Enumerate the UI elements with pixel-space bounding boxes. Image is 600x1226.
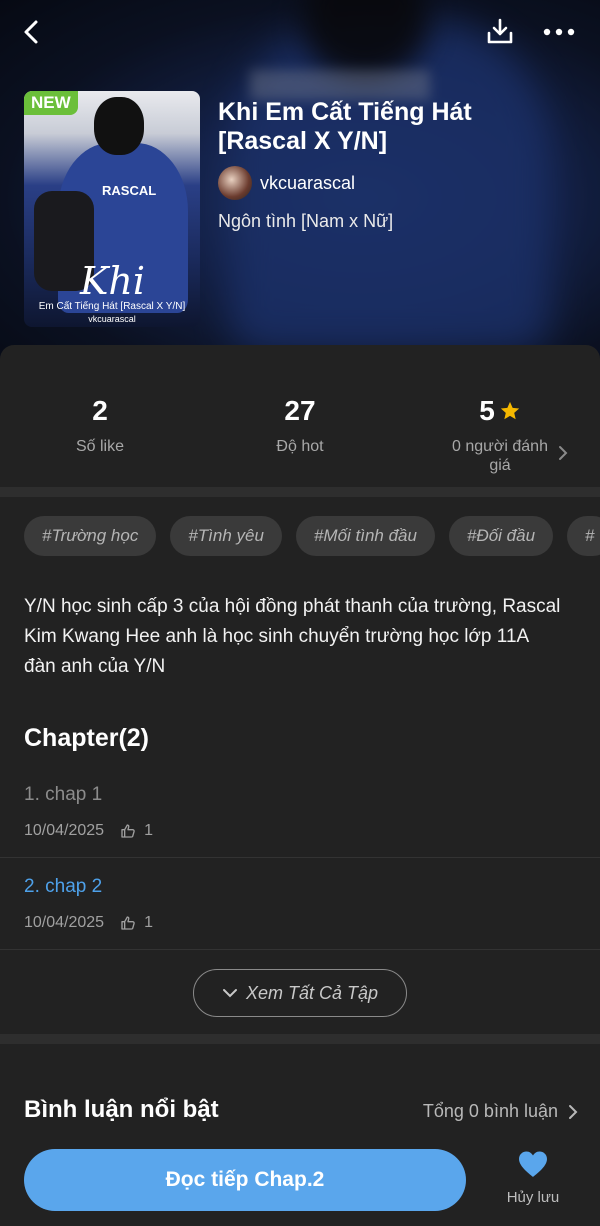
tag-chip[interactable]: #Trường học [24, 516, 157, 556]
story-description: Y/N học sinh cấp 3 của hội đồng phát tha… [24, 596, 561, 677]
tag-chip[interactable]: # [567, 516, 600, 556]
featured-comments-heading: Bình luận nổi bật [24, 1096, 219, 1123]
see-all-label: Xem Tất Cả Tập [245, 982, 379, 1003]
rating-value: 5 [479, 395, 495, 426]
continue-reading-button[interactable]: Đọc tiếp Chap.2 [24, 1149, 466, 1211]
more-options-button[interactable] [541, 14, 577, 50]
all-comments-link[interactable]: Tổng 0 bình luận [423, 1101, 578, 1122]
chapter-like-count: 1 [144, 822, 153, 839]
heart-icon [519, 1151, 547, 1177]
chevron-left-icon [24, 20, 38, 44]
divider [0, 487, 600, 497]
chapter-name: 1. chap 1 [24, 784, 103, 805]
chevron-right-icon [559, 446, 568, 460]
comments-total-label: Tổng 0 bình luận [422, 1101, 558, 1121]
rating-count: 0 người đánh giá [452, 438, 548, 474]
author-link[interactable]: vkcuarascal [218, 166, 355, 200]
tag-chip[interactable]: #Tình yêu [170, 516, 282, 556]
download-button[interactable] [482, 14, 518, 50]
star-icon [500, 401, 519, 420]
chapter-item[interactable]: 2. chap 2 10/04/2025 1 [0, 858, 600, 950]
chapter-item[interactable]: 1. chap 1 10/04/2025 1 [0, 766, 600, 858]
stat-hot: 27 Độ hot [276, 395, 324, 455]
cover-jersey-text: RASCAL [102, 183, 157, 198]
chapter-date: 10/04/2025 [24, 822, 105, 839]
tag-chip[interactable]: #Đối đầu [448, 516, 554, 556]
thumbs-up-icon [121, 916, 135, 930]
chapter-name: 2. chap 2 [24, 876, 103, 897]
thumbs-up-icon [121, 824, 135, 838]
story-title: Khi Em Cất Tiếng Hát [Rascal X Y/N] [218, 98, 472, 155]
download-icon [487, 18, 513, 44]
story-genre[interactable]: Ngôn tình [Nam x Nữ] [218, 211, 393, 232]
chevron-down-icon [222, 989, 237, 998]
stat-likes: 2 Số like [75, 395, 125, 455]
author-name: vkcuarascal [260, 172, 356, 193]
chapter-heading: Chapter(2) [24, 724, 150, 752]
chapter-date: 10/04/2025 [24, 914, 105, 931]
see-all-chapters-button[interactable]: Xem Tất Cả Tập [193, 969, 407, 1017]
new-badge: NEW [24, 91, 78, 115]
story-cover[interactable]: RASCAL Khi Em Cất Tiếng Hát [Rascal X Y/… [24, 91, 200, 327]
cover-script-title: Khi [80, 259, 146, 303]
back-button[interactable] [14, 14, 50, 50]
cover-subtitle: Em Cất Tiếng Hát [Rascal X Y/N] vkcuaras… [38, 301, 186, 324]
unsave-label: Hủy lưu [506, 1189, 560, 1206]
author-avatar [218, 166, 252, 200]
tag-chip[interactable]: #Mối tình đầu [295, 516, 435, 556]
divider [0, 1034, 600, 1044]
more-dots-icon [543, 28, 575, 36]
unsave-button[interactable]: Hủy lưu [500, 1150, 566, 1206]
stats-row: 2 Số like 27 Độ hot 5 0 người đánh giá [0, 345, 600, 487]
stat-rating[interactable]: 5 0 người đánh giá [400, 395, 600, 475]
chapter-like-count: 1 [144, 914, 153, 931]
chevron-right-icon [569, 1104, 578, 1119]
tag-list: #Trường học #Tình yêu #Mối tình đầu #Đối… [24, 516, 600, 556]
